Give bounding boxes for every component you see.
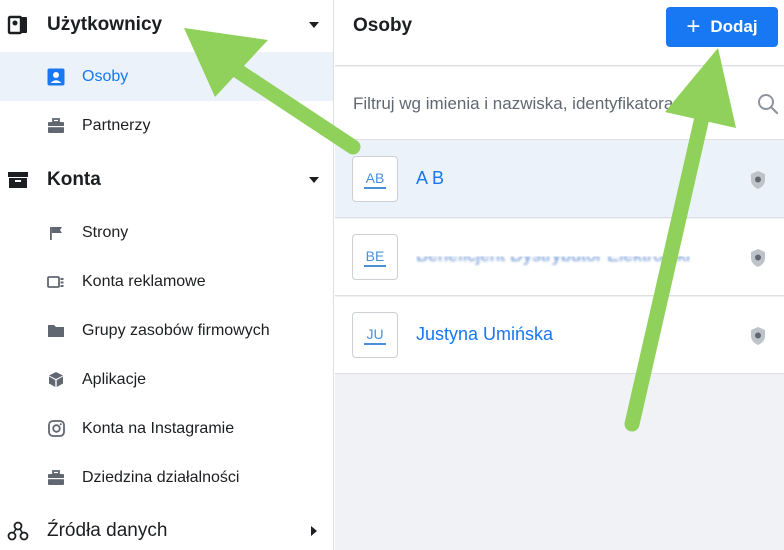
briefcase-icon (46, 468, 66, 488)
plus-icon: + (686, 13, 701, 40)
instagram-icon (46, 419, 66, 439)
sidebar-section-konta[interactable]: Konta (0, 155, 334, 205)
sidebar-item-label: Aplikacje (82, 370, 147, 388)
avatar-initials: AB (363, 170, 387, 189)
main-panel: Osoby + Dodaj AB A B BE Beneficjent Dyst… (335, 0, 784, 550)
sidebar-section-zrodla-danych[interactable]: Źródła danych (0, 506, 334, 550)
sidebar-item-grupy-zasobow[interactable]: Grupy zasobów firmowych (0, 306, 333, 355)
person-row[interactable]: JU Justyna Umińska (335, 297, 784, 374)
cube-icon (46, 370, 66, 390)
person-row[interactable]: AB A B (335, 141, 784, 218)
avatar: BE (352, 234, 398, 280)
main-header: Osoby + Dodaj (335, 0, 784, 66)
inbox-icon (6, 168, 30, 192)
ad-account-icon (46, 272, 66, 292)
shield-icon (751, 327, 765, 345)
add-person-button[interactable]: + Dodaj (666, 7, 778, 47)
sidebar-item-strony[interactable]: Strony (0, 208, 333, 257)
shield-icon (751, 249, 765, 267)
flag-icon (46, 223, 66, 243)
sidebar-item-label: Konta reklamowe (82, 272, 206, 290)
caret-right-icon (308, 525, 320, 537)
avatar-initials: JU (364, 326, 386, 345)
sidebar-item-label: Strony (82, 223, 129, 241)
folder-icon (46, 321, 66, 341)
person-row[interactable]: BE Beneficjent Dystrybutor Elektroniki (335, 219, 784, 296)
sidebar-section-users[interactable]: Użytkownicy (0, 0, 334, 50)
search-icon[interactable] (757, 93, 779, 115)
sidebar-item-partnerzy[interactable]: Partnerzy (0, 101, 333, 150)
sidebar-section-label: Źródła danych (47, 520, 168, 541)
caret-down-icon (308, 19, 320, 31)
sidebar-item-instagram[interactable]: Konta na Instagramie (0, 404, 333, 453)
page-title: Osoby (353, 15, 413, 36)
sidebar-item-osoby[interactable]: Osoby (0, 52, 333, 101)
avatar-initials: BE (363, 248, 387, 267)
sidebar-item-aplikacje[interactable]: Aplikacje (0, 355, 333, 404)
avatar: AB (352, 156, 398, 202)
person-name[interactable]: Justyna Umińska (416, 324, 553, 345)
person-name[interactable]: Beneficjent Dystrybutor Elektroniki (416, 257, 690, 266)
shield-icon (751, 171, 765, 189)
data-sources-icon (6, 519, 30, 543)
caret-down-icon (308, 174, 320, 186)
sidebar-section-label: Użytkownicy (47, 14, 163, 35)
person-name[interactable]: A B (416, 168, 444, 189)
sidebar-section-label: Konta (47, 169, 101, 190)
search-bar (335, 67, 784, 140)
add-button-label: Dodaj (710, 17, 758, 36)
avatar: JU (352, 312, 398, 358)
users-icon (6, 13, 30, 37)
sidebar-item-dziedzina[interactable]: Dziedzina działalności (0, 453, 333, 502)
sidebar: Użytkownicy Osoby Partnerzy Konta Strony (0, 0, 334, 550)
search-input[interactable] (353, 89, 723, 119)
sidebar-item-label: Osoby (82, 67, 129, 85)
sidebar-item-konta-reklamowe[interactable]: Konta reklamowe (0, 257, 333, 306)
briefcase-icon (46, 116, 66, 136)
sidebar-item-label: Dziedzina działalności (82, 468, 240, 486)
sidebar-item-label: Konta na Instagramie (82, 419, 235, 437)
sidebar-item-label: Partnerzy (82, 116, 151, 134)
sidebar-item-label: Grupy zasobów firmowych (82, 321, 270, 339)
person-icon (46, 67, 66, 87)
